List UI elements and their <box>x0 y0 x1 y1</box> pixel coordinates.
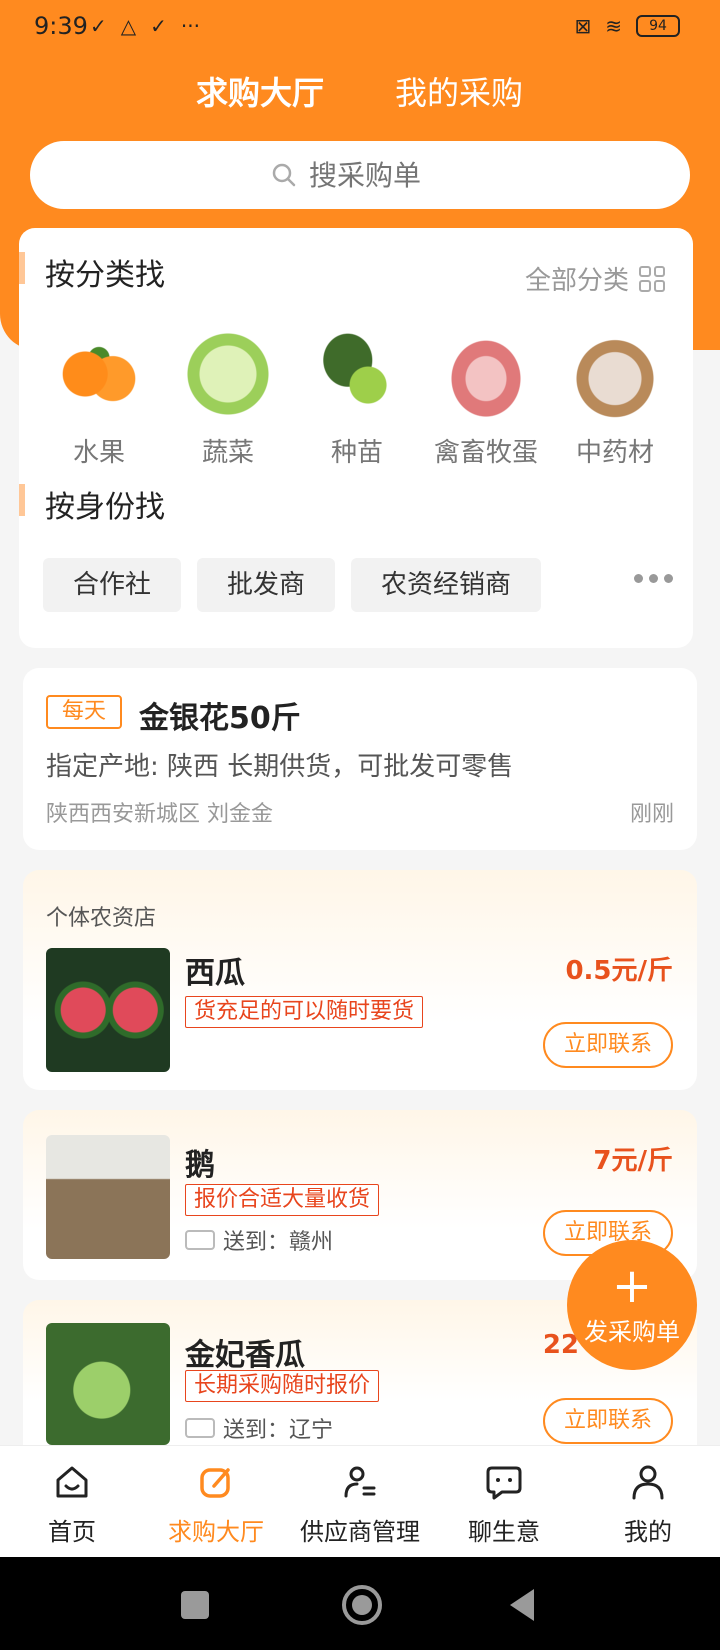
nav-chat[interactable]: 聊生意 <box>432 1446 576 1557</box>
offer-tag: 货充足的可以随时要货 <box>185 996 424 1028</box>
nav-label: 聊生意 <box>468 1518 540 1546</box>
offer-tag: 长期采购随时报价 <box>185 1370 380 1402</box>
contact-button[interactable]: 立即联系 <box>543 1398 673 1444</box>
category-card: 按分类找 全部分类 水果 蔬菜 种苗 禽畜牧蛋 中药材 按身份找 合作社 批发商… <box>19 228 693 648</box>
wifi-icon: ≋ <box>605 14 622 38</box>
all-categories-label: 全部分类 <box>524 266 629 296</box>
category-seedling[interactable]: 种苗 <box>297 328 417 469</box>
plus-icon: + <box>611 1258 653 1314</box>
status-time: 9:39 <box>34 12 88 40</box>
herbs-image <box>569 328 661 420</box>
truck-icon <box>185 1230 215 1250</box>
product-price: 0.5元/斤 <box>565 956 673 986</box>
frequency-badge: 每天 <box>46 695 123 729</box>
check-icon: ✓ <box>90 14 107 38</box>
livestock-image <box>440 328 532 420</box>
role-title: 按身份找 <box>45 490 165 525</box>
nav-hall[interactable]: 求购大厅 <box>144 1446 288 1557</box>
delivery-text: 送到：辽宁 <box>223 1418 334 1443</box>
warning-icon: △ <box>120 14 137 38</box>
offer-tag: 报价合适大量收货 <box>185 1184 380 1216</box>
search-icon <box>272 163 296 187</box>
home-button-icon[interactable] <box>342 1585 382 1625</box>
request-time: 刚刚 <box>629 802 674 827</box>
role-chip-row: 合作社 批发商 农资经销商 <box>43 558 542 612</box>
nav-profile[interactable]: 我的 <box>576 1446 720 1557</box>
category-label: 种苗 <box>330 438 383 468</box>
nav-label: 首页 <box>48 1518 96 1546</box>
nav-label: 供应商管理 <box>300 1518 420 1546</box>
status-system-icons: ⊠ ≋ 94 <box>574 14 680 38</box>
truck-icon <box>185 1418 215 1438</box>
store-type: 个体农资店 <box>46 906 157 931</box>
back-icon[interactable] <box>510 1589 534 1621</box>
status-bar: 9:39 ✓ △ ✓ ··· ⊠ ≋ 94 <box>0 0 720 56</box>
request-description: 指定产地: 陕西 长期供货，可批发可零售 <box>46 752 514 782</box>
section-marker <box>19 252 25 284</box>
melon-image <box>46 1323 170 1445</box>
search-input[interactable] <box>309 158 449 192</box>
nav-label: 我的 <box>624 1518 672 1546</box>
battery-icon: 94 <box>636 15 680 37</box>
bottom-nav: 首页 求购大厅 供应商管理 聊生意 我的 <box>0 1445 720 1557</box>
product-name: 金妃香瓜 <box>185 1338 305 1373</box>
role-chip-cooperative[interactable]: 合作社 <box>43 558 182 612</box>
more-dots-icon: ··· <box>180 14 200 38</box>
category-title: 按分类找 <box>45 258 165 293</box>
category-vegetable[interactable]: 蔬菜 <box>168 328 288 469</box>
category-livestock[interactable]: 禽畜牧蛋 <box>426 328 546 469</box>
nav-label: 求购大厅 <box>168 1518 264 1546</box>
category-fruit[interactable]: 水果 <box>39 328 159 469</box>
category-label: 中药材 <box>575 438 654 468</box>
section-marker <box>19 484 25 516</box>
role-chip-dealer[interactable]: 农资经销商 <box>351 558 542 612</box>
battery-level: 94 <box>649 18 667 34</box>
category-list: 水果 蔬菜 种苗 禽畜牧蛋 中药材 <box>19 328 693 469</box>
category-label: 禽畜牧蛋 <box>433 438 538 468</box>
check-icon: ✓ <box>150 14 167 38</box>
request-title: 金银花50斤 <box>139 701 301 736</box>
recent-apps-icon[interactable] <box>181 1591 209 1619</box>
system-navigation-bar <box>0 1557 720 1650</box>
watermelon-image <box>46 948 170 1072</box>
category-herbs[interactable]: 中药材 <box>555 328 675 469</box>
tab-my-purchases[interactable]: 我的采购 <box>395 68 523 114</box>
contact-button[interactable]: 立即联系 <box>543 1022 673 1068</box>
seedling-image <box>311 328 403 420</box>
goose-image <box>46 1135 170 1259</box>
nav-suppliers[interactable]: 供应商管理 <box>288 1446 432 1557</box>
supplier-icon <box>344 1466 376 1498</box>
product-name: 鹅 <box>185 1148 215 1183</box>
vegetable-image <box>182 328 274 420</box>
category-label: 蔬菜 <box>201 438 254 468</box>
nav-home[interactable]: 首页 <box>0 1446 144 1557</box>
tab-hall[interactable]: 求购大厅 <box>196 68 324 114</box>
home-icon <box>56 1466 88 1498</box>
fruit-image <box>53 328 145 420</box>
delivery-info: 送到：辽宁 <box>185 1412 333 1444</box>
role-chip-wholesaler[interactable]: 批发商 <box>197 558 336 612</box>
product-price: 7元/斤 <box>593 1146 673 1176</box>
sim-off-icon: ⊠ <box>574 14 592 38</box>
purchase-request-card[interactable]: 每天 金银花50斤 指定产地: 陕西 长期供货，可批发可零售 陕西西安新城区 刘… <box>23 668 697 850</box>
chat-icon <box>486 1466 522 1500</box>
request-location: 陕西西安新城区 刘金金 <box>46 802 273 827</box>
post-purchase-button[interactable]: + 发采购单 <box>567 1240 697 1370</box>
delivery-info: 送到：赣州 <box>185 1224 333 1256</box>
category-label: 水果 <box>72 438 125 468</box>
top-tabs: 求购大厅 我的采购 <box>0 68 720 124</box>
status-notification-icons: ✓ △ ✓ ··· <box>90 14 200 38</box>
grid-icon <box>639 265 665 292</box>
product-name: 西瓜 <box>185 956 245 991</box>
offer-card[interactable]: 个体农资店 西瓜 货充足的可以随时要货 0.5元/斤 立即联系 <box>23 870 697 1090</box>
fab-label: 发采购单 <box>584 1318 680 1346</box>
delivery-text: 送到：赣州 <box>223 1230 334 1255</box>
user-icon <box>632 1465 664 1500</box>
more-roles-icon[interactable] <box>634 574 673 583</box>
search-bar[interactable] <box>30 141 690 209</box>
edit-icon <box>200 1468 230 1498</box>
all-categories-button[interactable]: 全部分类 <box>525 260 665 297</box>
